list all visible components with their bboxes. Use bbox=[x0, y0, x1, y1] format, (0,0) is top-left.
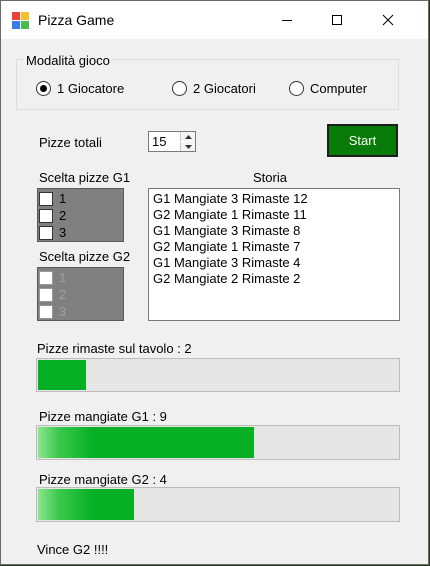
maximize-icon bbox=[332, 15, 342, 25]
minimize-icon bbox=[282, 20, 292, 21]
g1-checklist[interactable]: 1 2 3 bbox=[37, 188, 124, 242]
radio-1-giocatore[interactable]: 1 Giocatore bbox=[36, 81, 124, 96]
stepper-down-button[interactable] bbox=[180, 142, 195, 151]
checkbox[interactable] bbox=[39, 208, 53, 223]
radio-2-giocatori[interactable]: 2 Giocatori bbox=[172, 81, 256, 96]
g2-checklist: 1 2 3 bbox=[37, 267, 124, 321]
g1-eaten-progress-bar bbox=[36, 425, 400, 460]
total-pizzas-label: Pizze totali bbox=[39, 135, 102, 150]
checkbox[interactable] bbox=[39, 191, 53, 206]
g1-option-3[interactable]: 3 bbox=[39, 224, 66, 241]
g1-option-2[interactable]: 2 bbox=[39, 207, 66, 224]
g2-eaten-label: Pizze mangiate G2 : 4 bbox=[39, 472, 167, 487]
remaining-progress-fill bbox=[38, 360, 86, 390]
history-line: G2 Mangiate 1 Rimaste 7 bbox=[153, 239, 301, 254]
g1-eaten-progress-fill bbox=[38, 427, 254, 458]
history-label: Storia bbox=[253, 170, 287, 185]
option-label: 3 bbox=[59, 304, 67, 319]
radio-label: 1 Giocatore bbox=[57, 81, 125, 96]
close-button[interactable] bbox=[365, 1, 411, 39]
g2-option-1: 1 bbox=[39, 269, 66, 286]
g1-choice-label: Scelta pizze G1 bbox=[39, 170, 131, 185]
history-line: G1 Mangiate 3 Rimaste 12 bbox=[153, 191, 308, 206]
g2-option-2: 2 bbox=[39, 286, 66, 303]
option-label: 1 bbox=[59, 270, 67, 285]
radio-label: Computer bbox=[310, 81, 368, 96]
checkbox[interactable] bbox=[39, 225, 53, 240]
g1-option-1[interactable]: 1 bbox=[39, 190, 66, 207]
maximize-button[interactable] bbox=[314, 1, 360, 39]
total-pizzas-value: 15 bbox=[152, 134, 167, 149]
history-line: G2 Mangiate 1 Rimaste 11 bbox=[153, 207, 307, 222]
radio-computer[interactable]: Computer bbox=[289, 81, 367, 96]
g1-eaten-label: Pizze mangiate G1 : 9 bbox=[39, 409, 167, 424]
chevron-down-icon bbox=[184, 144, 192, 149]
g2-option-3: 3 bbox=[39, 303, 66, 320]
checkbox bbox=[39, 304, 53, 319]
history-listbox[interactable]: G1 Mangiate 3 Rimaste 12 G2 Mangiate 1 R… bbox=[148, 188, 400, 321]
g2-eaten-progress-bar bbox=[36, 487, 400, 522]
checkbox bbox=[39, 270, 53, 285]
history-line: G1 Mangiate 3 Rimaste 8 bbox=[153, 223, 301, 238]
option-label: 2 bbox=[59, 287, 67, 302]
remaining-progress-bar bbox=[36, 358, 400, 392]
g2-choice-label: Scelta pizze G2 bbox=[39, 249, 131, 264]
total-pizzas-stepper[interactable]: 15 bbox=[148, 131, 196, 152]
window-title: Pizza Game bbox=[38, 12, 115, 28]
mode-group-title: Modalità gioco bbox=[24, 53, 112, 68]
close-icon bbox=[382, 14, 394, 26]
radio-selected-dot bbox=[40, 85, 47, 92]
history-line: G2 Mangiate 2 Rimaste 2 bbox=[153, 271, 301, 286]
result-label: Vince G2 !!!! bbox=[37, 542, 109, 557]
option-label: 3 bbox=[59, 225, 67, 240]
radio-circle bbox=[172, 81, 187, 96]
option-label: 2 bbox=[59, 208, 67, 223]
option-label: 1 bbox=[59, 191, 67, 206]
start-button[interactable]: Start bbox=[327, 124, 398, 157]
g2-eaten-progress-fill bbox=[38, 489, 134, 520]
minimize-button[interactable] bbox=[264, 1, 310, 39]
history-line: G1 Mangiate 3 Rimaste 4 bbox=[153, 255, 301, 270]
chevron-up-icon bbox=[184, 134, 192, 139]
app-icon bbox=[12, 12, 29, 29]
checkbox bbox=[39, 287, 53, 302]
radio-circle bbox=[36, 81, 51, 96]
radio-circle bbox=[289, 81, 304, 96]
title-bar: Pizza Game bbox=[1, 1, 428, 39]
radio-label: 2 Giocatori bbox=[193, 81, 256, 96]
stepper-up-button[interactable] bbox=[180, 132, 195, 141]
remaining-label: Pizze rimaste sul tavolo : 2 bbox=[37, 341, 192, 356]
pizza-game-window: Pizza Game Modalità gioco 1 Giocatore 2 … bbox=[0, 0, 429, 565]
